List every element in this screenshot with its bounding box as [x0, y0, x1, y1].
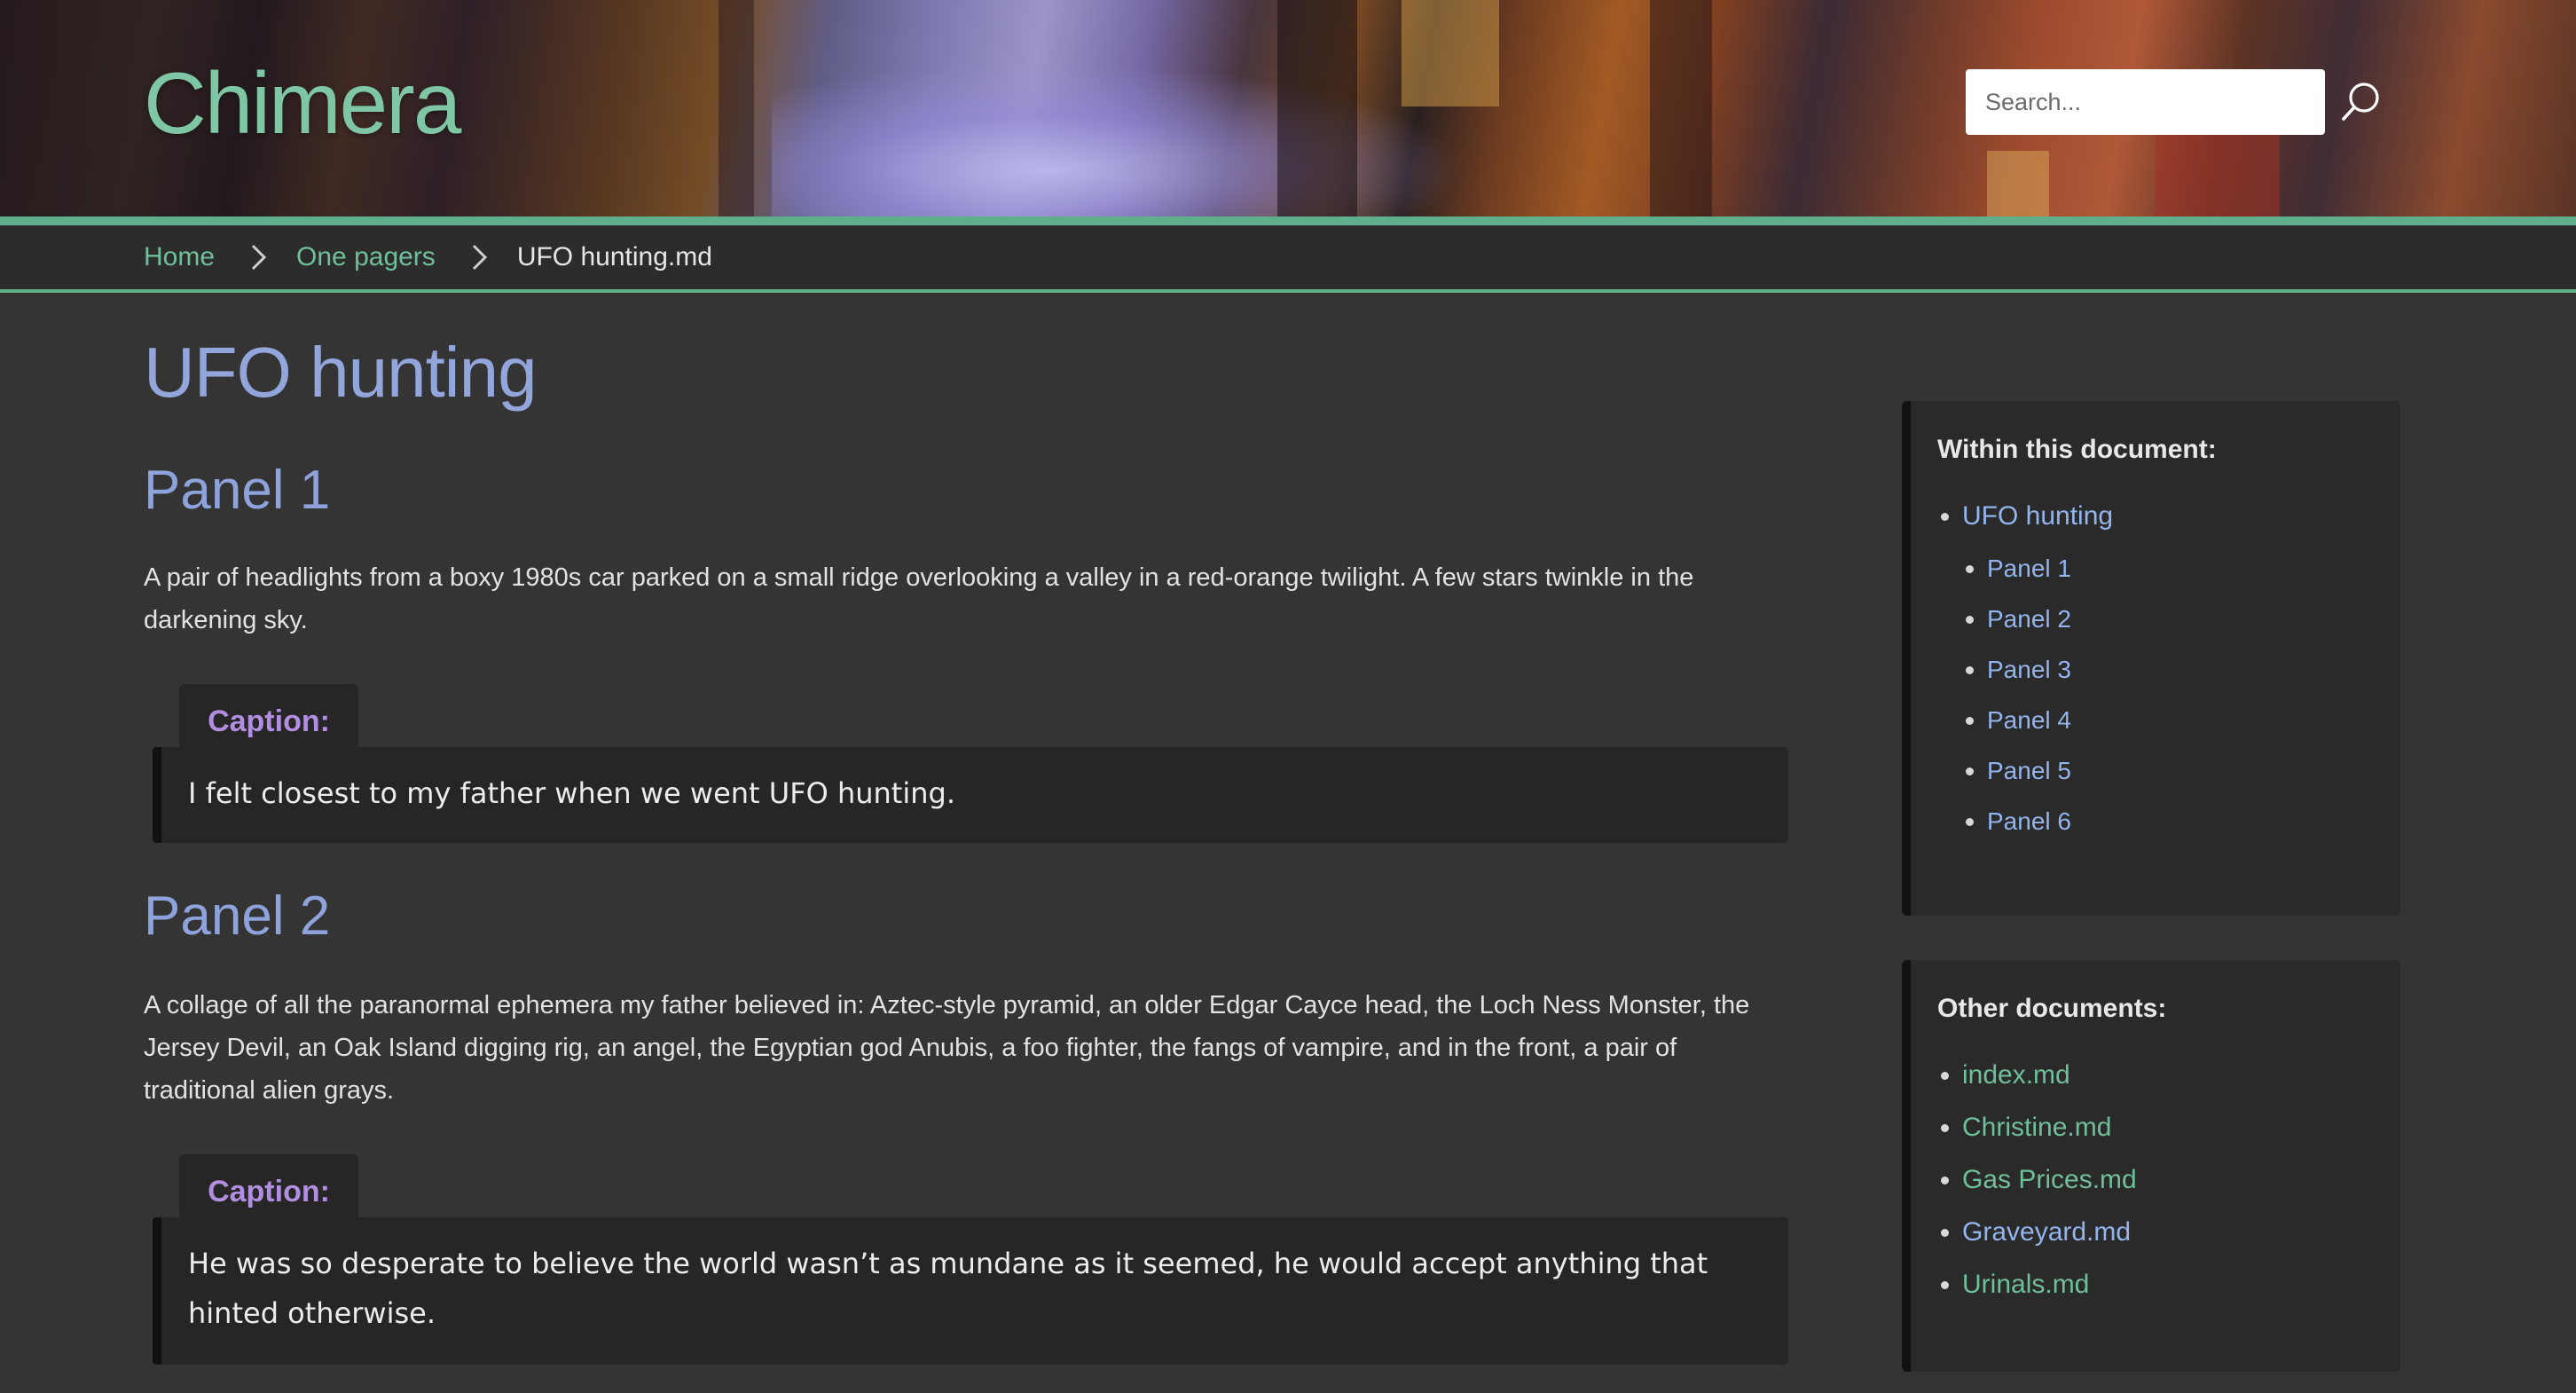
breadcrumb: Home One pagers UFO hunting.md [0, 225, 2576, 293]
chevron-right-icon [472, 244, 487, 271]
document-item: Gas Prices.md [1937, 1153, 2400, 1206]
toc-link-panel-3[interactable]: Panel 3 [1987, 656, 2071, 683]
header-divider [0, 216, 2576, 225]
breadcrumb-home[interactable]: Home [144, 242, 215, 272]
main-content: UFO hunting Panel 1 A pair of headlights… [144, 328, 1794, 1365]
toc-link-ufo-hunting[interactable]: UFO hunting [1962, 501, 2113, 531]
header-art-snow [772, 62, 1464, 216]
toc-panel: Within this document: UFO hunting Panel … [1902, 401, 2400, 916]
toc-item: Panel 2 [1962, 594, 2400, 644]
toc-link-panel-6[interactable]: Panel 6 [1987, 807, 2071, 835]
doc-link-gas-prices[interactable]: Gas Prices.md [1962, 1165, 2137, 1194]
header-art-window [1987, 151, 2049, 216]
breadcrumb-current: UFO hunting.md [516, 242, 712, 272]
document-item: Christine.md [1937, 1101, 2400, 1153]
document-item: Graveyard.md [1937, 1206, 2400, 1258]
caption-quote: He was so desperate to believe the world… [153, 1217, 1788, 1365]
panel-1-heading: Panel 1 [144, 460, 331, 521]
panel-2-description: A collage of all the paranormal ephemera… [144, 991, 1750, 1105]
toc-item: UFO hunting [1937, 490, 2400, 543]
toc-link-panel-2[interactable]: Panel 2 [1987, 605, 2071, 633]
doc-link-christine[interactable]: Christine.md [1962, 1113, 2111, 1142]
site-header: Chimera [0, 0, 2576, 216]
panel-1-description: A pair of headlights from a boxy 1980s c… [144, 563, 1694, 634]
toc-item: Panel 6 [1962, 796, 2400, 846]
other-documents-panel: Other documents: index.md Christine.md G… [1902, 960, 2400, 1372]
breadcrumb-one-pagers[interactable]: One pagers [296, 242, 436, 272]
document-item: index.md [1937, 1049, 2400, 1101]
toc-item: Panel 4 [1962, 695, 2400, 745]
document-item: Urinals.md [1937, 1258, 2400, 1310]
toc-item: Panel 5 [1962, 745, 2400, 796]
toc-link-panel-1[interactable]: Panel 1 [1987, 555, 2071, 582]
page-title: UFO hunting [144, 333, 538, 412]
toc-item: Panel 3 [1962, 644, 2400, 695]
toc-item: Panel 1 [1962, 543, 2400, 594]
toc-heading: Within this document: [1937, 435, 2217, 464]
doc-link-graveyard[interactable]: Graveyard.md [1962, 1217, 2131, 1247]
header-art-shade [1277, 0, 1357, 216]
doc-link-index[interactable]: index.md [1962, 1060, 2070, 1090]
other-documents-heading: Other documents: [1937, 994, 2167, 1023]
header-art-shade [1650, 0, 1712, 216]
search-icon[interactable] [2338, 80, 2383, 124]
header-art-shade [719, 0, 754, 216]
site-title-link[interactable]: Chimera [144, 53, 461, 153]
search-input[interactable] [1966, 69, 2325, 135]
doc-link-urinals[interactable]: Urinals.md [1962, 1270, 2089, 1299]
panel-2-heading: Panel 2 [144, 885, 331, 947]
caption-quote: I felt closest to my father when we went… [153, 747, 1788, 843]
chevron-right-icon [251, 244, 267, 271]
toc-link-panel-5[interactable]: Panel 5 [1987, 757, 2071, 784]
toc-link-panel-4[interactable]: Panel 4 [1987, 706, 2071, 734]
